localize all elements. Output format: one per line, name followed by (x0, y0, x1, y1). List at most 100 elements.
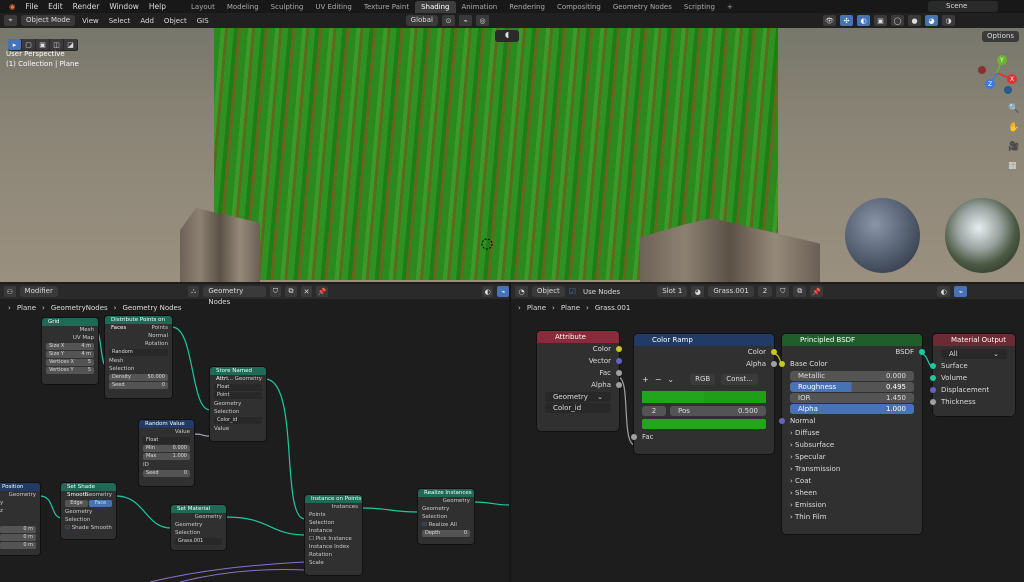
tab-sculpting[interactable]: Sculpting (265, 1, 310, 13)
volume-socket[interactable] (930, 375, 936, 381)
position-node[interactable]: Position Geometry y z 0 m 0 m 0 m (0, 483, 40, 555)
tab-modeling[interactable]: Modeling (221, 1, 265, 13)
realize-depth[interactable]: Depth 0 (422, 530, 470, 537)
xray-icon[interactable]: ▣ (874, 15, 887, 26)
use-nodes-checkbox[interactable]: ☑ (569, 287, 576, 296)
rand-max[interactable]: Max 1.000 (143, 453, 190, 460)
ramp-fac-socket[interactable] (631, 434, 637, 440)
shader-type-dropdown[interactable]: Object (532, 286, 565, 297)
bsdf-ior[interactable]: IOR 1.450 (790, 393, 914, 403)
attribute-node[interactable]: Attribute Color Vector Fac Alpha Geometr… (537, 331, 622, 431)
smooth-checkbox[interactable]: ☑ Shade Smooth (61, 524, 116, 532)
bsdf-panel-coat[interactable]: › Coat (782, 475, 922, 487)
set-material-node[interactable]: Set Material Geometry Geometry Selection… (171, 505, 226, 550)
select-invert-icon[interactable]: ◪ (64, 39, 77, 50)
store-type-select[interactable]: Float (214, 384, 262, 391)
visibility-icon[interactable]: 👁 (823, 15, 836, 26)
ramp-gradient-bar[interactable] (642, 391, 766, 403)
options-dropdown[interactable]: Options (982, 31, 1020, 42)
menu-add[interactable]: Add (137, 17, 157, 25)
ramp-color-socket[interactable] (771, 349, 777, 355)
ramp-remove-icon[interactable]: − (655, 375, 662, 384)
pos-field-3[interactable]: 0 m (0, 542, 36, 549)
editor-type-icon[interactable]: ⌖ (4, 15, 17, 26)
menu-render[interactable]: Render (68, 2, 105, 11)
grid-vertices-y[interactable]: Vertices Y 5 (46, 367, 94, 374)
pos-field-2[interactable]: 0 m (0, 534, 36, 541)
overlay-toggle-icon[interactable]: ◐ (857, 15, 870, 26)
material-pin-icon[interactable]: 📌 (810, 286, 824, 297)
tab-uv-editing[interactable]: UV Editing (309, 1, 358, 13)
menu-object[interactable]: Object (161, 17, 190, 25)
shader-overlay-icon[interactable]: ◐ (937, 286, 951, 297)
gn-overlay-icon[interactable]: ◐ (481, 286, 494, 297)
surface-socket[interactable] (930, 363, 936, 369)
bsdf-panel-diffuse[interactable]: › Diffuse (782, 427, 922, 439)
bsdf-panel-transmission[interactable]: › Transmission (782, 463, 922, 475)
dist-mode-select[interactable]: Random (109, 349, 168, 356)
ramp-interp-select[interactable]: Const... (721, 374, 758, 385)
smooth-edge-button[interactable]: Edge (65, 500, 88, 507)
smooth-face-button[interactable]: Face (89, 500, 112, 507)
bsdf-panel-subsurface[interactable]: › Subsurface (782, 439, 922, 451)
store-named-attribute-node[interactable]: Store Named Attri... Geometry Float Poin… (210, 367, 266, 441)
tab-animation[interactable]: Animation (456, 1, 504, 13)
rand-seed[interactable]: Seed 0 (143, 470, 190, 477)
snap-icon[interactable]: ⌁ (459, 15, 472, 26)
zoom-icon[interactable]: 🔍 (1008, 100, 1019, 119)
grid-node[interactable]: Grid Mesh UV Map Size X 4 m Size Y 4 m Ver… (42, 318, 98, 384)
thickness-socket[interactable] (930, 399, 936, 405)
distribute-points-node[interactable]: Distribute Points on Faces Points Normal… (105, 316, 172, 398)
principled-bsdf-node[interactable]: Principled BSDF BSDF Base Color Metallic… (779, 334, 925, 534)
material-name[interactable]: Grass.001 (708, 286, 754, 297)
realize-all-checkbox[interactable]: ☑ Realize All (418, 521, 474, 529)
add-workspace-button[interactable]: + (721, 1, 739, 13)
gn-pin-icon[interactable]: 📌 (316, 286, 328, 297)
gn-snap-icon[interactable]: ⌁ (497, 286, 509, 297)
proportional-icon[interactable]: ◎ (476, 15, 489, 26)
ortho-grid-icon[interactable]: ▦ (1008, 157, 1019, 176)
tab-compositing[interactable]: Compositing (551, 1, 607, 13)
menu-help[interactable]: Help (144, 2, 171, 11)
ramp-mode-select[interactable]: RGB (690, 374, 716, 385)
gn-tree-name[interactable]: Geometry Nodes (203, 286, 266, 306)
rand-min[interactable]: Min 0.000 (143, 445, 190, 452)
menu-gis[interactable]: GIS (194, 17, 212, 25)
gn-tree-icon[interactable]: ⛬ (187, 286, 200, 297)
ramp-pos-field[interactable]: Pos 0.500 (670, 406, 766, 416)
inst-pick-checkbox[interactable]: ☐ Pick Instance (305, 535, 362, 543)
set-shade-smooth-node[interactable]: Set Shade Smooth Geometry Edge Face Geom… (61, 483, 116, 539)
grid-size-x[interactable]: Size X 4 m (46, 343, 94, 350)
tab-geometry-nodes[interactable]: Geometry Nodes (607, 1, 678, 13)
tab-scripting[interactable]: Scripting (678, 1, 721, 13)
3d-cursor-icon[interactable] (480, 237, 494, 251)
grid-size-y[interactable]: Size Y 4 m (46, 351, 94, 358)
select-extend-icon[interactable]: ▣ (36, 39, 49, 50)
shader-editor-type-icon[interactable]: ◔ (515, 286, 528, 297)
attr-vector-socket[interactable] (616, 358, 622, 364)
attr-fac-socket[interactable] (616, 370, 622, 376)
bsdf-base-socket[interactable] (779, 361, 785, 367)
material-browse-icon[interactable]: ◕ (691, 286, 705, 297)
gn-unlink-icon[interactable]: ✕ (300, 286, 313, 297)
bsdf-out-socket[interactable] (919, 349, 925, 355)
menu-view[interactable]: View (79, 17, 102, 25)
tab-layout[interactable]: Layout (185, 1, 221, 13)
gn-editor-type-icon[interactable]: ⚇ (4, 286, 16, 297)
color-ramp-node[interactable]: Color Ramp Color Alpha + − ⌄ RGB Const..… (631, 334, 777, 454)
tab-shading[interactable]: Shading (415, 0, 456, 13)
blender-logo-icon[interactable]: ◉ (4, 2, 21, 11)
select-subtract-icon[interactable]: ◫ (50, 39, 63, 50)
store-name-field[interactable]: Color_id (214, 417, 262, 424)
pos-field-1[interactable]: 0 m (0, 526, 36, 533)
dist-density[interactable]: Density 50.000 (109, 374, 168, 381)
bsdf-alpha[interactable]: Alpha 1.000 (790, 404, 914, 414)
orientation-dropdown[interactable]: Global (405, 15, 438, 26)
navigation-gizmo[interactable]: X Y Z (972, 48, 1022, 98)
output-target-select[interactable]: All ⌄ (941, 349, 1007, 359)
shading-material-icon[interactable]: ◕ (925, 15, 938, 26)
mode-dropdown[interactable]: Object Mode (21, 15, 76, 26)
material-output-node[interactable]: Material Output All ⌄ Surface Volume Disp… (930, 334, 1015, 416)
pivot-icon[interactable]: ⊙ (442, 15, 455, 26)
shader-snap-icon[interactable]: ⌁ (954, 286, 968, 297)
